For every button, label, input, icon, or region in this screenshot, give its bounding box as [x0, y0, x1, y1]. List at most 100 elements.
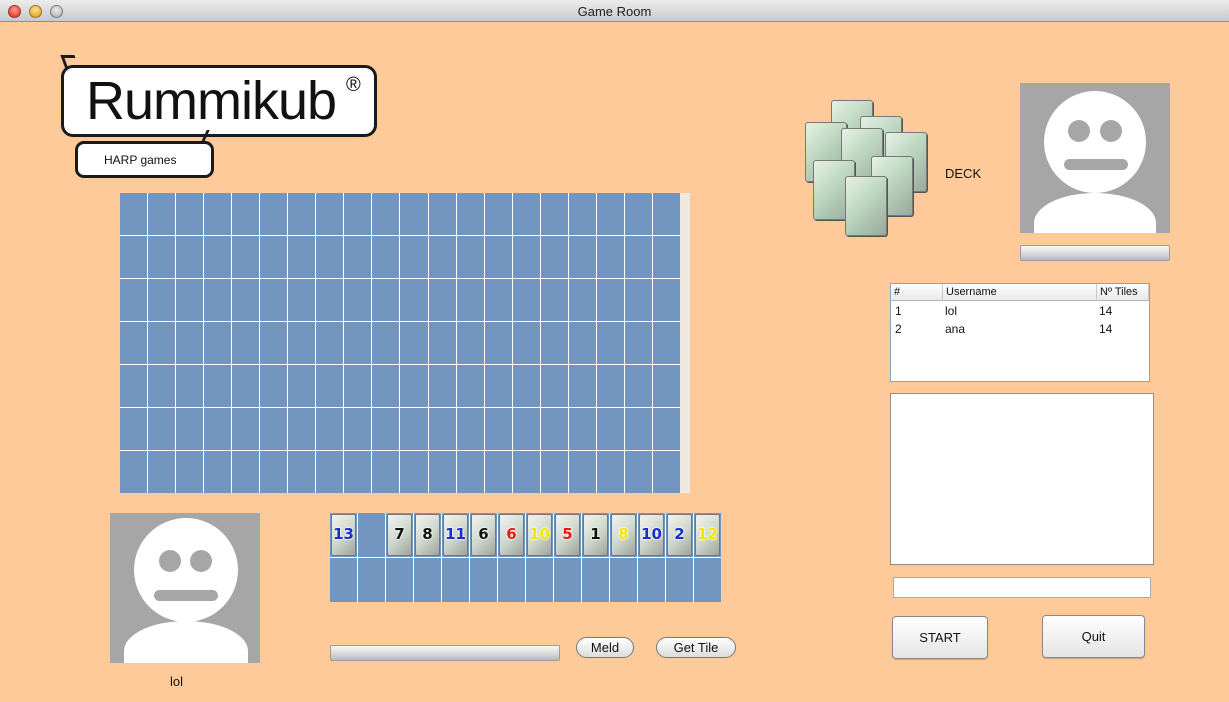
- rack-slot[interactable]: [386, 558, 413, 602]
- board-cell[interactable]: [428, 451, 456, 493]
- board-cell[interactable]: [372, 451, 400, 493]
- rack-slot[interactable]: 7: [386, 513, 413, 557]
- rack-slot[interactable]: [470, 558, 497, 602]
- board-cell[interactable]: [316, 279, 344, 321]
- board-cell[interactable]: [596, 365, 624, 407]
- board-cell[interactable]: [232, 451, 260, 493]
- board-cell[interactable]: [568, 193, 596, 235]
- board-cell[interactable]: [232, 365, 260, 407]
- rack-slot[interactable]: [638, 558, 665, 602]
- board-cell[interactable]: [540, 451, 568, 493]
- board-cell[interactable]: [288, 236, 316, 278]
- board-cell[interactable]: [456, 451, 484, 493]
- rack-slot[interactable]: [610, 558, 637, 602]
- board-cell[interactable]: [260, 451, 288, 493]
- board-cell[interactable]: [204, 451, 232, 493]
- board-cell[interactable]: [652, 322, 680, 364]
- board-cell[interactable]: [484, 193, 512, 235]
- board-cell[interactable]: [148, 451, 176, 493]
- board-cell[interactable]: [624, 236, 652, 278]
- rack-slot[interactable]: 10: [638, 513, 665, 557]
- rack-slot[interactable]: [414, 558, 441, 602]
- rack-tile[interactable]: 8: [415, 514, 440, 556]
- board-cell[interactable]: [372, 365, 400, 407]
- board-cell[interactable]: [316, 451, 344, 493]
- rack-slot[interactable]: 8: [414, 513, 441, 557]
- board-cell[interactable]: [484, 408, 512, 450]
- board-cell[interactable]: [176, 365, 204, 407]
- rack-tile[interactable]: 11: [443, 514, 468, 556]
- rack-slot[interactable]: 2: [666, 513, 693, 557]
- board-cell[interactable]: [316, 193, 344, 235]
- tile-stack-icon[interactable]: [805, 100, 930, 240]
- board-cell[interactable]: [456, 322, 484, 364]
- board-cell[interactable]: [624, 322, 652, 364]
- board-cell[interactable]: [484, 365, 512, 407]
- board-cell[interactable]: [232, 279, 260, 321]
- rack-slot[interactable]: [666, 558, 693, 602]
- board-cell[interactable]: [400, 322, 428, 364]
- board-cell[interactable]: [596, 236, 624, 278]
- board-cell[interactable]: [568, 279, 596, 321]
- board-cell[interactable]: [148, 279, 176, 321]
- board-cell[interactable]: [148, 408, 176, 450]
- rack-tile[interactable]: 2: [667, 514, 692, 556]
- board-cell[interactable]: [540, 279, 568, 321]
- board-cell[interactable]: [652, 365, 680, 407]
- board-cell[interactable]: [428, 193, 456, 235]
- chat-input[interactable]: [893, 577, 1151, 598]
- board-cell[interactable]: [456, 236, 484, 278]
- board-cell[interactable]: [344, 236, 372, 278]
- board-cell[interactable]: [568, 365, 596, 407]
- board-cell[interactable]: [540, 365, 568, 407]
- rack-slot[interactable]: [694, 558, 721, 602]
- board-cell[interactable]: [568, 322, 596, 364]
- rack-tile[interactable]: 13: [331, 514, 356, 556]
- rack-slot[interactable]: 6: [498, 513, 525, 557]
- board-cell[interactable]: [120, 279, 148, 321]
- board-cell[interactable]: [428, 365, 456, 407]
- board-cell[interactable]: [260, 279, 288, 321]
- board-cell[interactable]: [120, 193, 148, 235]
- board-cell[interactable]: [232, 408, 260, 450]
- board-cell[interactable]: [400, 365, 428, 407]
- board-cell[interactable]: [596, 193, 624, 235]
- board-cell[interactable]: [372, 193, 400, 235]
- board-cell[interactable]: [148, 193, 176, 235]
- board-cell[interactable]: [484, 236, 512, 278]
- board-cell[interactable]: [596, 279, 624, 321]
- board-cell[interactable]: [120, 322, 148, 364]
- board-cell[interactable]: [456, 279, 484, 321]
- quit-button[interactable]: Quit: [1042, 615, 1145, 658]
- board-cell[interactable]: [260, 236, 288, 278]
- board-cell[interactable]: [512, 322, 540, 364]
- tile-rack[interactable]: 13 7 8 11 6 6 10 5 1 8 10 2 12: [330, 513, 721, 602]
- board-cell[interactable]: [624, 193, 652, 235]
- board-cell[interactable]: [120, 236, 148, 278]
- board-cell[interactable]: [512, 365, 540, 407]
- board-cell[interactable]: [344, 322, 372, 364]
- board-cell[interactable]: [344, 408, 372, 450]
- board-cell[interactable]: [484, 279, 512, 321]
- rack-tile[interactable]: 7: [387, 514, 412, 556]
- board-cell[interactable]: [512, 408, 540, 450]
- get-tile-button[interactable]: Get Tile: [656, 637, 736, 658]
- board-cell[interactable]: [232, 193, 260, 235]
- board-cell[interactable]: [120, 451, 148, 493]
- board-cell[interactable]: [540, 193, 568, 235]
- board-cell[interactable]: [288, 408, 316, 450]
- board-cell[interactable]: [288, 451, 316, 493]
- board-cell[interactable]: [456, 193, 484, 235]
- rack-tile[interactable]: 5: [555, 514, 580, 556]
- board-cell[interactable]: [176, 193, 204, 235]
- board-cell[interactable]: [204, 408, 232, 450]
- board-cell[interactable]: [232, 322, 260, 364]
- board-cell[interactable]: [456, 408, 484, 450]
- column-header[interactable]: Username: [943, 284, 1097, 301]
- rack-slot[interactable]: [582, 558, 609, 602]
- board-cell[interactable]: [624, 408, 652, 450]
- board-cell[interactable]: [568, 236, 596, 278]
- board-cell[interactable]: [400, 408, 428, 450]
- board-cell[interactable]: [204, 236, 232, 278]
- board-cell[interactable]: [148, 365, 176, 407]
